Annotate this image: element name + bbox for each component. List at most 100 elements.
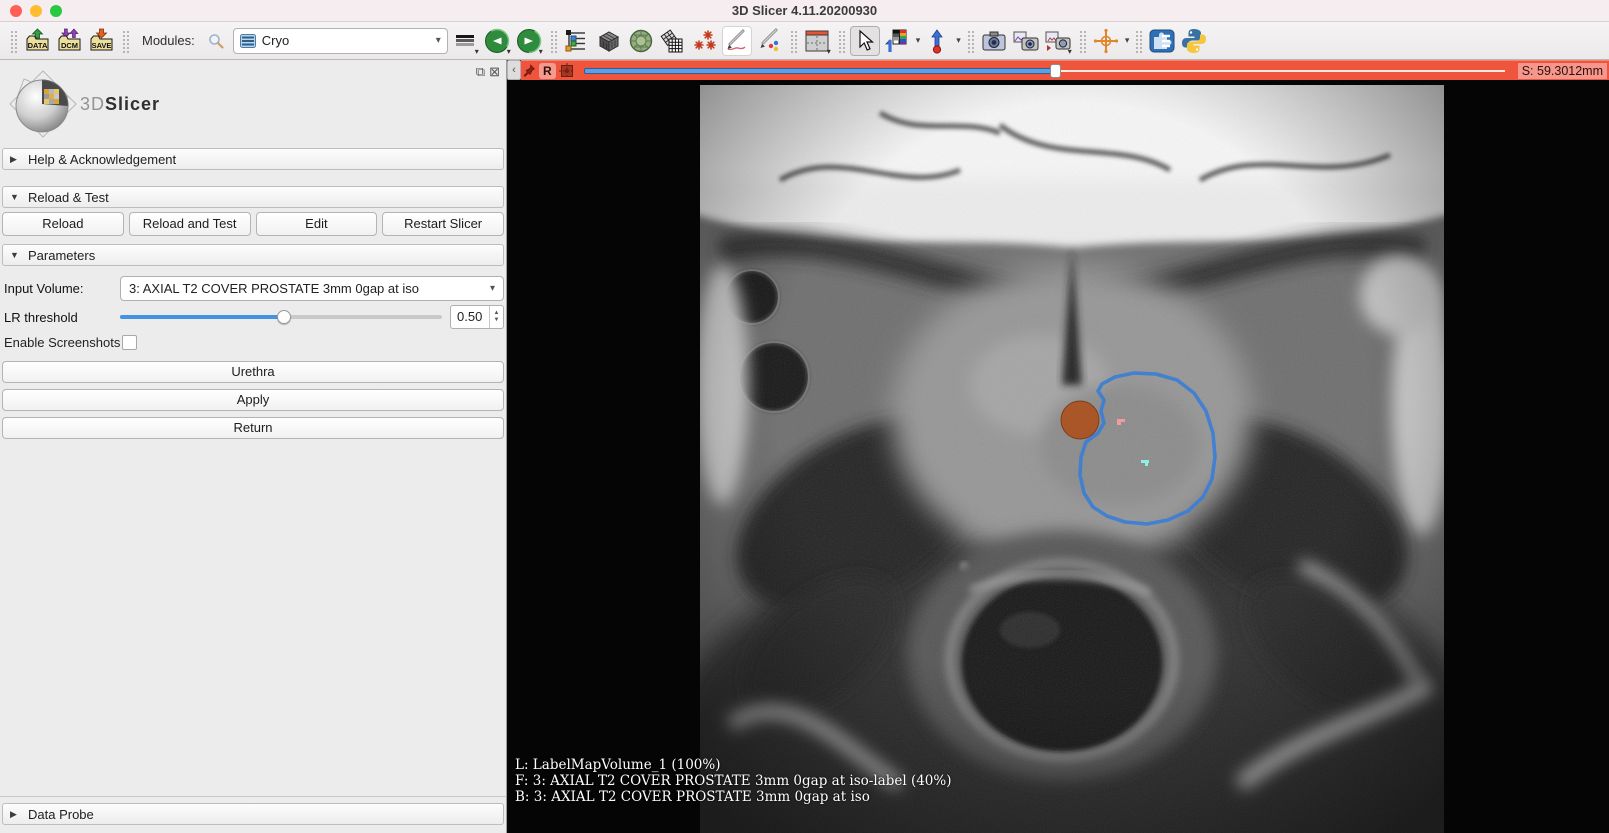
slicer-wordmark: 3DSlicer — [80, 94, 160, 115]
module-search-icon — [207, 32, 225, 50]
lr-threshold-label: LR threshold — [2, 310, 120, 325]
spin-up-icon[interactable]: ▲ — [494, 310, 500, 317]
slice-slider-rest — [1055, 70, 1504, 72]
slice-controller-bar: R S: 59.3012mm — [521, 60, 1609, 80]
mri-image — [700, 85, 1444, 833]
restart-slicer-button[interactable]: Restart Slicer — [382, 212, 504, 236]
slice-canvas[interactable]: L: LabelMapVolume_1 (100%) F: 3: AXIAL T… — [507, 80, 1609, 833]
chevron-down-icon[interactable]: ▾ — [916, 35, 921, 46]
input-volume-row: Input Volume: 3: AXIAL T2 COVER PROSTATE… — [2, 276, 504, 301]
dicom-icon: DCM — [56, 27, 83, 54]
section-title: Reload & Test — [28, 190, 109, 205]
layout-selector-button[interactable]: ▾ — [802, 26, 832, 56]
slice-controller-collapse-button[interactable]: ‹ — [507, 60, 521, 80]
slice-offset-slider[interactable] — [584, 63, 1509, 79]
chevron-down-icon[interactable]: ▾ — [956, 35, 961, 46]
svg-text:DCM: DCM — [60, 41, 77, 50]
reload-button[interactable]: Reload — [2, 212, 124, 236]
annotations-button[interactable] — [722, 26, 752, 56]
section-help-acknowledgement[interactable]: ▶ Help & Acknowledgement — [2, 148, 504, 170]
save-button[interactable]: SAVE — [86, 26, 116, 56]
annotations-ruler-button[interactable] — [754, 26, 784, 56]
pin-icon[interactable] — [523, 64, 536, 78]
undock-panel-icon[interactable]: ⧉ — [476, 64, 485, 80]
chevron-down-icon: ▾ — [827, 47, 831, 56]
toolbar-drag-handle — [966, 29, 974, 53]
python-icon — [1180, 27, 1208, 55]
return-button[interactable]: Return — [2, 417, 504, 439]
volumes-module-button[interactable] — [594, 26, 624, 56]
collapsed-arrow-icon: ▶ — [10, 809, 20, 820]
svg-text:SAVE: SAVE — [91, 41, 111, 50]
toolbar-drag-handle — [1134, 29, 1142, 53]
slice-slider-fill — [584, 68, 1056, 74]
toolbar-drag-handle — [837, 29, 845, 53]
annotation-ruler-icon — [756, 28, 781, 53]
chevron-down-icon: ▾ — [475, 47, 479, 56]
crosshair-button[interactable] — [1091, 26, 1121, 56]
chevron-down-icon: ▾ — [507, 47, 511, 56]
slider-thumb[interactable] — [277, 310, 291, 324]
transforms-grid-icon — [660, 28, 686, 54]
input-volume-combobox[interactable]: 3: AXIAL T2 COVER PROSTATE 3mm 0gap at i… — [120, 276, 504, 301]
spinbox-arrows[interactable]: ▲ ▼ — [489, 306, 503, 328]
input-volume-label: Input Volume: — [2, 281, 120, 296]
window-level-adjust-button[interactable] — [882, 26, 912, 56]
reload-and-test-button[interactable]: Reload and Test — [129, 212, 251, 236]
close-panel-icon[interactable]: ⊠ — [489, 64, 500, 80]
orientation-badge[interactable]: R — [539, 63, 556, 79]
transforms-module-button[interactable] — [658, 26, 688, 56]
enable-screenshots-checkbox[interactable] — [122, 335, 137, 350]
module-back-button[interactable]: ▾ — [482, 26, 512, 56]
chevron-down-icon: ▾ — [436, 35, 441, 46]
panel-spacer — [0, 442, 506, 796]
apply-button[interactable]: Apply — [2, 389, 504, 411]
urethra-button[interactable]: Urethra — [2, 361, 504, 383]
mouse-interaction-button[interactable] — [850, 26, 880, 56]
module-selector-combobox[interactable]: Cryo ▾ — [233, 28, 448, 54]
python-console-button[interactable] — [1179, 26, 1209, 56]
section-parameters[interactable]: ▼ Parameters — [2, 244, 504, 266]
place-point-icon — [928, 28, 946, 54]
module-selector-value: Cryo — [262, 33, 289, 48]
edit-button[interactable]: Edit — [256, 212, 378, 236]
svg-text:DATA: DATA — [27, 41, 47, 50]
toolbar-drag-handle — [789, 29, 797, 53]
corner-annotation-f: F: 3: AXIAL T2 COVER PROSTATE 3mm 0gap a… — [515, 773, 952, 789]
spin-down-icon[interactable]: ▼ — [494, 317, 500, 324]
models-module-button[interactable] — [626, 26, 656, 56]
lr-threshold-value: 0.50 — [451, 306, 489, 328]
slice-offset-label: S: 59.3012mm — [1518, 63, 1607, 79]
data-module-button[interactable] — [562, 26, 592, 56]
toolbar-drag-handle — [1078, 29, 1086, 53]
module-icon — [240, 34, 256, 48]
module-history-button[interactable]: ▾ — [450, 26, 480, 56]
lr-threshold-spinbox[interactable]: 0.50 ▲ ▼ — [450, 305, 504, 329]
save-icon: SAVE — [88, 27, 115, 54]
markups-module-button[interactable] — [690, 26, 720, 56]
mouse-pointer-icon — [854, 29, 876, 53]
module-forward-button[interactable]: ▾ — [514, 26, 544, 56]
section-data-probe[interactable]: ▶ Data Probe — [2, 803, 504, 825]
place-point-button[interactable] — [922, 26, 952, 56]
toolbar-drag-handle — [9, 29, 17, 53]
scene-view-capture-button[interactable] — [1011, 26, 1041, 56]
slicer-logo-row: 3DSlicer — [0, 60, 506, 148]
slice-menu-icon[interactable] — [559, 63, 575, 79]
slice-slider-thumb[interactable] — [1050, 64, 1061, 78]
slicer-logo-icon — [4, 65, 82, 143]
lr-threshold-slider[interactable] — [120, 308, 442, 326]
chevron-down-icon: ▾ — [490, 283, 495, 294]
screenshot-button[interactable] — [979, 26, 1009, 56]
expanded-arrow-icon: ▼ — [10, 250, 20, 260]
section-reload-test[interactable]: ▼ Reload & Test — [2, 186, 504, 208]
scene-view-restore-button[interactable]: ▾ — [1043, 26, 1073, 56]
main-toolbar: DATA DCM SAVE Modules: — [0, 22, 1609, 60]
extensions-manager-button[interactable] — [1147, 26, 1177, 56]
module-history-icon — [455, 33, 475, 49]
annotation-pencil-icon — [724, 28, 749, 53]
dicom-button[interactable]: DCM — [54, 26, 84, 56]
chevron-down-icon[interactable]: ▾ — [1125, 35, 1130, 46]
module-search-button[interactable] — [201, 26, 231, 56]
load-data-button[interactable]: DATA — [22, 26, 52, 56]
